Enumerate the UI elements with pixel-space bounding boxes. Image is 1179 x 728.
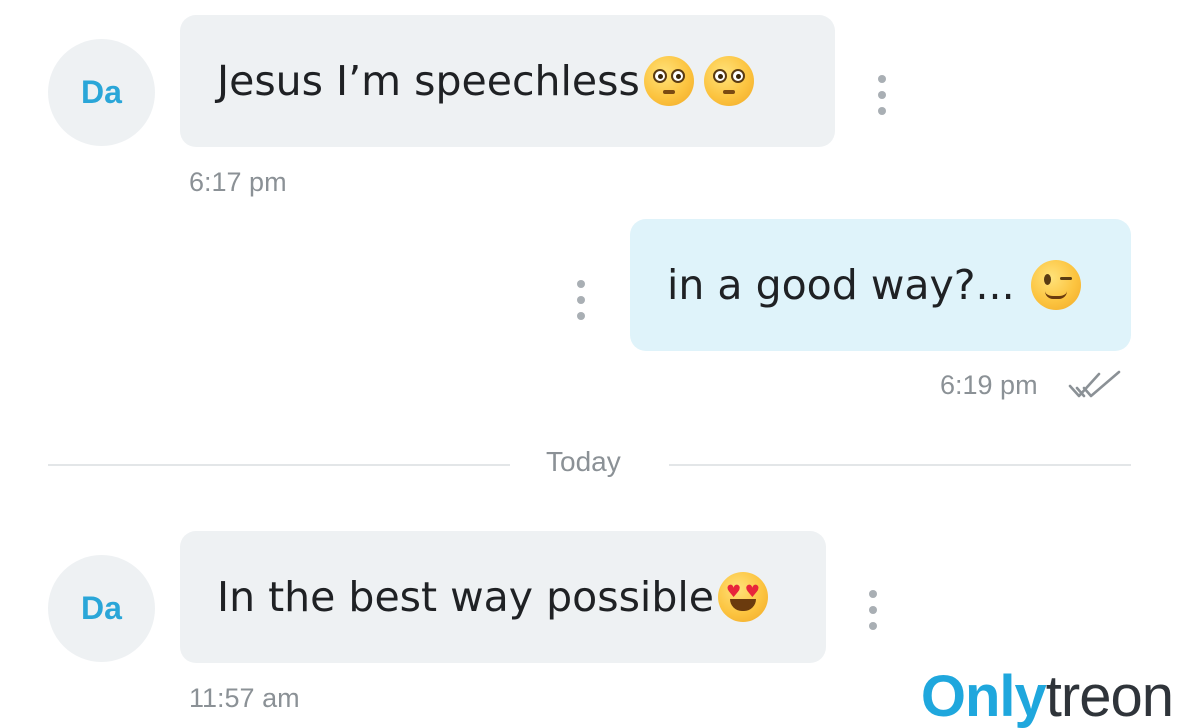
watermark-logo: Onlytreon (921, 668, 1174, 726)
message-bubble-incoming[interactable]: Jesus I’m speechless (180, 15, 835, 147)
message-options-icon[interactable] (868, 590, 878, 630)
message-timestamp: 6:17 pm (189, 167, 287, 197)
avatar-initials: Da (81, 590, 122, 626)
watermark-part1: Only (920, 664, 1047, 728)
message-text: Jesus I’m speechless (217, 57, 640, 105)
winking-face-emoji-icon (1030, 260, 1081, 310)
message-bubble-outgoing[interactable]: in a good way?... (630, 219, 1131, 351)
chat-thread: Da Jesus I’m speechless 6:17 pm in a goo… (0, 0, 1179, 728)
message-timestamp: 6:19 pm (940, 370, 1038, 400)
date-divider-label: Today (546, 446, 621, 477)
avatar[interactable]: Da (48, 39, 155, 146)
message-text: In the best way possible (217, 573, 714, 621)
divider-line-left (48, 464, 510, 466)
message-bubble-incoming[interactable]: In the best way possible ♥ ♥ (180, 531, 826, 663)
message-text: in a good way?... (667, 261, 1015, 309)
flushed-face-emoji-icon (703, 56, 754, 106)
avatar[interactable]: Da (48, 555, 155, 662)
divider-line-right (669, 464, 1131, 466)
message-options-icon[interactable] (576, 280, 586, 320)
double-check-icon (1068, 370, 1121, 398)
message-options-icon[interactable] (877, 75, 887, 115)
flushed-face-emoji-icon (643, 56, 694, 106)
watermark-part2: treon (1045, 664, 1174, 728)
avatar-initials: Da (81, 74, 122, 110)
message-timestamp: 11:57 am (189, 683, 300, 713)
heart-eyes-face-emoji-icon: ♥ ♥ (717, 572, 768, 622)
